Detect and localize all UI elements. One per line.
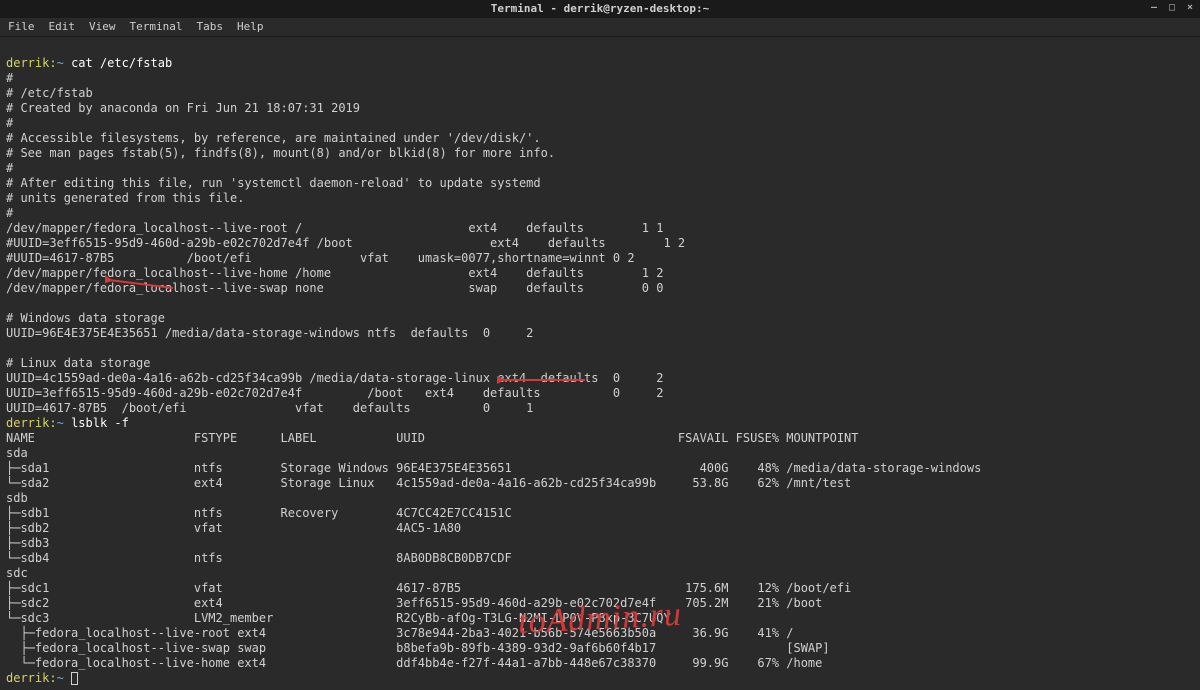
command-2: lsblk -f [71, 416, 129, 430]
lsblk-row: sdb [6, 491, 28, 505]
prompt-sep: : [49, 671, 56, 685]
fstab-line: #UUID=3eff6515-95d9-460d-a29b-e02c702d7e… [6, 236, 685, 250]
fstab-line: UUID=4617-87B5 /boot/efi vfat defaults 0… [6, 401, 533, 415]
menu-terminal[interactable]: Terminal [130, 20, 183, 34]
lsblk-header: NAME FSTYPE LABEL UUID FSAVAIL FSUSE% MO… [6, 431, 859, 445]
fstab-line: # [6, 71, 13, 85]
menu-bar: File Edit View Terminal Tabs Help [0, 18, 1200, 37]
menu-view[interactable]: View [89, 20, 116, 34]
fstab-line: # Created by anaconda on Fri Jun 21 18:0… [6, 101, 360, 115]
fstab-line: # /etc/fstab [6, 86, 93, 100]
fstab-line: # Windows data storage [6, 311, 165, 325]
fstab-line: UUID=4c1559ad-de0a-4a16-a62b-cd25f34ca99… [6, 371, 663, 385]
fstab-line: UUID=96E4E375E4E35651 /media/data-storag… [6, 326, 533, 340]
prompt-host: derrik [6, 416, 49, 430]
lsblk-row: ├─sdc2 ext4 3eff6515-95d9-460d-a29b-e02c… [6, 596, 822, 610]
lsblk-row: ├─sdb1 ntfs Recovery 4C7CC42E7CC4151C [6, 506, 512, 520]
lsblk-row: ├─sdc1 vfat 4617-87B5 175.6M 12% /boot/e… [6, 581, 851, 595]
fstab-line: UUID=3eff6515-95d9-460d-a29b-e02c702d7e4… [6, 386, 663, 400]
fstab-line: # [6, 206, 13, 220]
prompt-path: ~ [57, 671, 64, 685]
fstab-line: # Accessible filesystems, by reference, … [6, 131, 541, 145]
fstab-line: # After editing this file, run 'systemct… [6, 176, 541, 190]
fstab-line: /dev/mapper/fedora_localhost--live-root … [6, 221, 663, 235]
prompt-sep: : [49, 416, 56, 430]
fstab-line: # [6, 161, 13, 175]
fstab-line: # [6, 116, 13, 130]
menu-file[interactable]: File [8, 20, 35, 34]
command-1: cat /etc/fstab [71, 56, 172, 70]
window-title: Terminal - derrik@ryzen-desktop:~ [491, 2, 710, 16]
lsblk-row: ├─sdb2 vfat 4AC5-1A80 [6, 521, 461, 535]
prompt-host: derrik [6, 56, 49, 70]
maximize-button[interactable]: □ [1166, 2, 1178, 14]
fstab-line: /dev/mapper/fedora_localhost--live-swap … [6, 281, 663, 295]
lsblk-row: ├─sdb3 [6, 536, 49, 550]
lsblk-row: sda [6, 446, 28, 460]
lsblk-row: ├─sda1 ntfs Storage Windows 96E4E375E4E3… [6, 461, 981, 475]
prompt-sep: : [49, 56, 56, 70]
fstab-line: # See man pages fstab(5), findfs(8), mou… [6, 146, 555, 160]
watermark: toAdmin.ru [517, 593, 683, 644]
lsblk-row: └─sda2 ext4 Storage Linux 4c1559ad-de0a-… [6, 476, 851, 490]
terminal-output[interactable]: derrik:~ cat /etc/fstab # # /etc/fstab #… [0, 37, 1200, 690]
prompt-path: ~ [57, 416, 64, 430]
prompt-path: ~ [57, 56, 64, 70]
lsblk-row: └─fedora_localhost--live-home ext4 ddf4b… [6, 656, 822, 670]
fstab-line: # Linux data storage [6, 356, 151, 370]
menu-tabs[interactable]: Tabs [196, 20, 223, 34]
fstab-line: /dev/mapper/fedora_localhost--live-home … [6, 266, 663, 280]
terminal-cursor [71, 672, 78, 685]
close-button[interactable]: × [1184, 2, 1196, 14]
window-titlebar: Terminal - derrik@ryzen-desktop:~ – □ × [0, 0, 1200, 18]
menu-help[interactable]: Help [237, 20, 264, 34]
fstab-line: #UUID=4617-87B5 /boot/efi vfat umask=007… [6, 251, 635, 265]
menu-edit[interactable]: Edit [49, 20, 76, 34]
lsblk-row: sdc [6, 566, 28, 580]
lsblk-row: └─sdb4 ntfs 8AB0DB8CB0DB7CDF [6, 551, 512, 565]
prompt-host: derrik [6, 671, 49, 685]
fstab-line: # units generated from this file. [6, 191, 244, 205]
minimize-button[interactable]: – [1148, 2, 1160, 14]
